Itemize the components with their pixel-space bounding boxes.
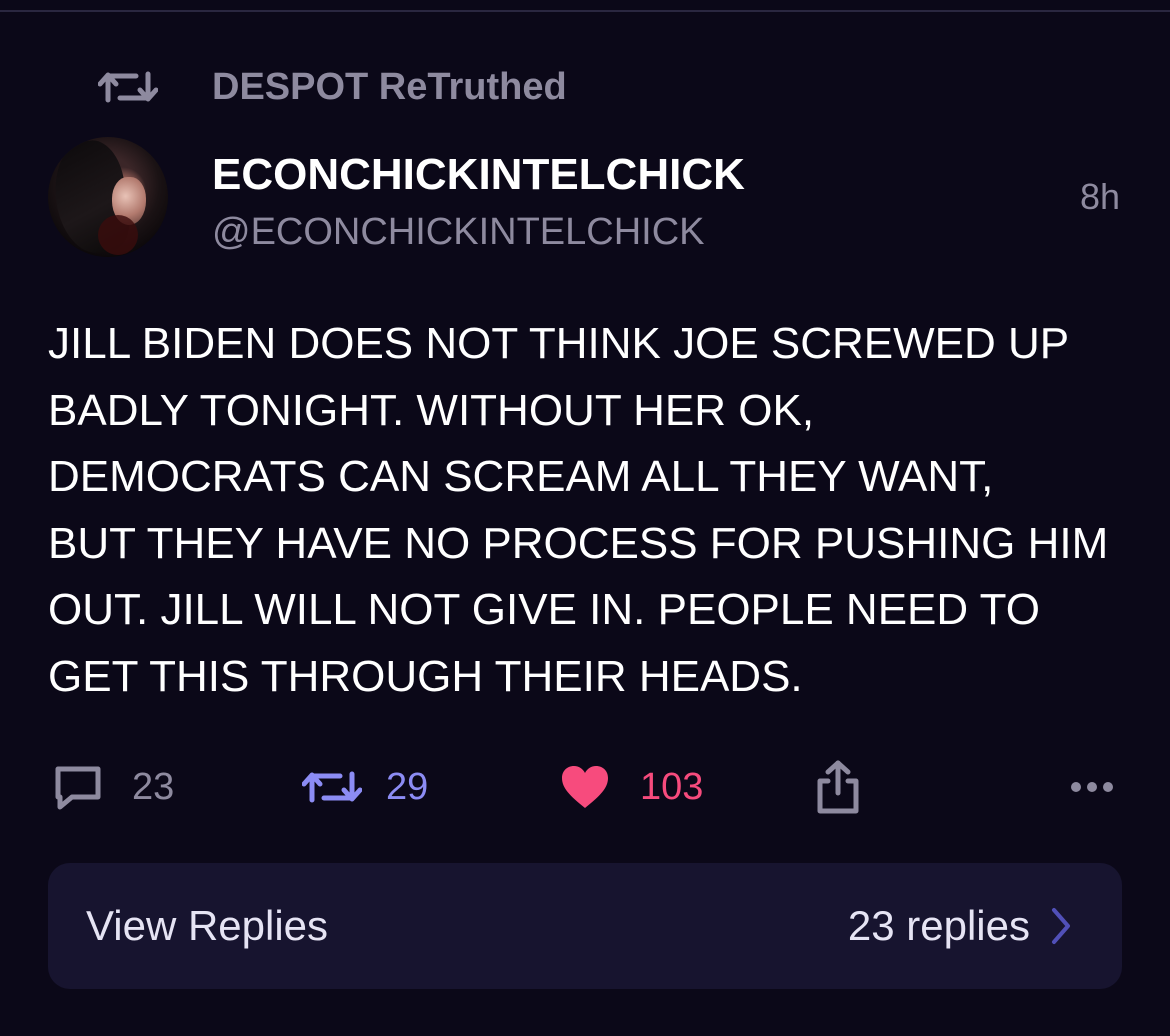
chevron-right-icon — [1030, 906, 1072, 946]
more-button[interactable] — [1070, 752, 1114, 822]
share-button[interactable] — [814, 752, 862, 822]
retruth-icon — [98, 62, 158, 112]
top-divider — [0, 0, 1170, 12]
like-button[interactable]: 103 — [560, 752, 703, 822]
retruth-icon — [302, 762, 362, 812]
heart-icon — [560, 764, 610, 810]
like-count: 103 — [640, 765, 704, 808]
replies-count-text: 23 replies — [847, 902, 1030, 949]
post-line: DEMOCRATS CAN SCREAM ALL THEY WANT, — [48, 452, 994, 501]
post-page: DESPOT ReTruthed ECONCHICKINTELCHICK @EC… — [0, 0, 1170, 1036]
post-line: BADLY TONIGHT. WITHOUT HER OK, — [48, 385, 815, 435]
retruth-label[interactable]: DESPOT ReTruthed — [212, 66, 567, 109]
retruth-header: DESPOT ReTruthed — [98, 62, 567, 112]
post-line: JILL BIDEN DOES NOT THINK JOE SCREWED UP — [48, 319, 1070, 368]
comment-icon — [52, 761, 104, 813]
post-timestamp: 8h — [1079, 176, 1120, 217]
post-line: BUT THEY HAVE NO PROCESS FOR PUSHING HIM — [48, 518, 1109, 568]
view-replies-label: View Replies — [86, 902, 329, 949]
reply-count: 23 — [132, 765, 175, 808]
action-bar: 23 29 103 — [0, 752, 1170, 822]
avatar[interactable] — [48, 137, 168, 257]
reply-button[interactable]: 23 — [52, 752, 174, 822]
view-replies-bar[interactable]: View Replies 23 replies — [48, 863, 1122, 989]
retruth-button[interactable]: 29 — [302, 752, 428, 822]
replies-count: 23 replies — [848, 863, 1072, 989]
share-icon — [814, 759, 862, 815]
more-icon — [1070, 781, 1114, 793]
post-text: JILL BIDEN DOES NOT THINK JOE SCREWED UP… — [48, 311, 1128, 710]
post-line: GET THIS THROUGH THEIR HEADS. — [48, 651, 803, 701]
author-display-name[interactable]: ECONCHICKINTELCHICK — [212, 150, 745, 200]
author-handle[interactable]: @ECONCHICKINTELCHICK — [212, 211, 705, 254]
post-line: OUT. JILL WILL NOT GIVE IN. PEOPLE NEED … — [48, 585, 1040, 634]
retruth-count: 29 — [386, 765, 429, 808]
